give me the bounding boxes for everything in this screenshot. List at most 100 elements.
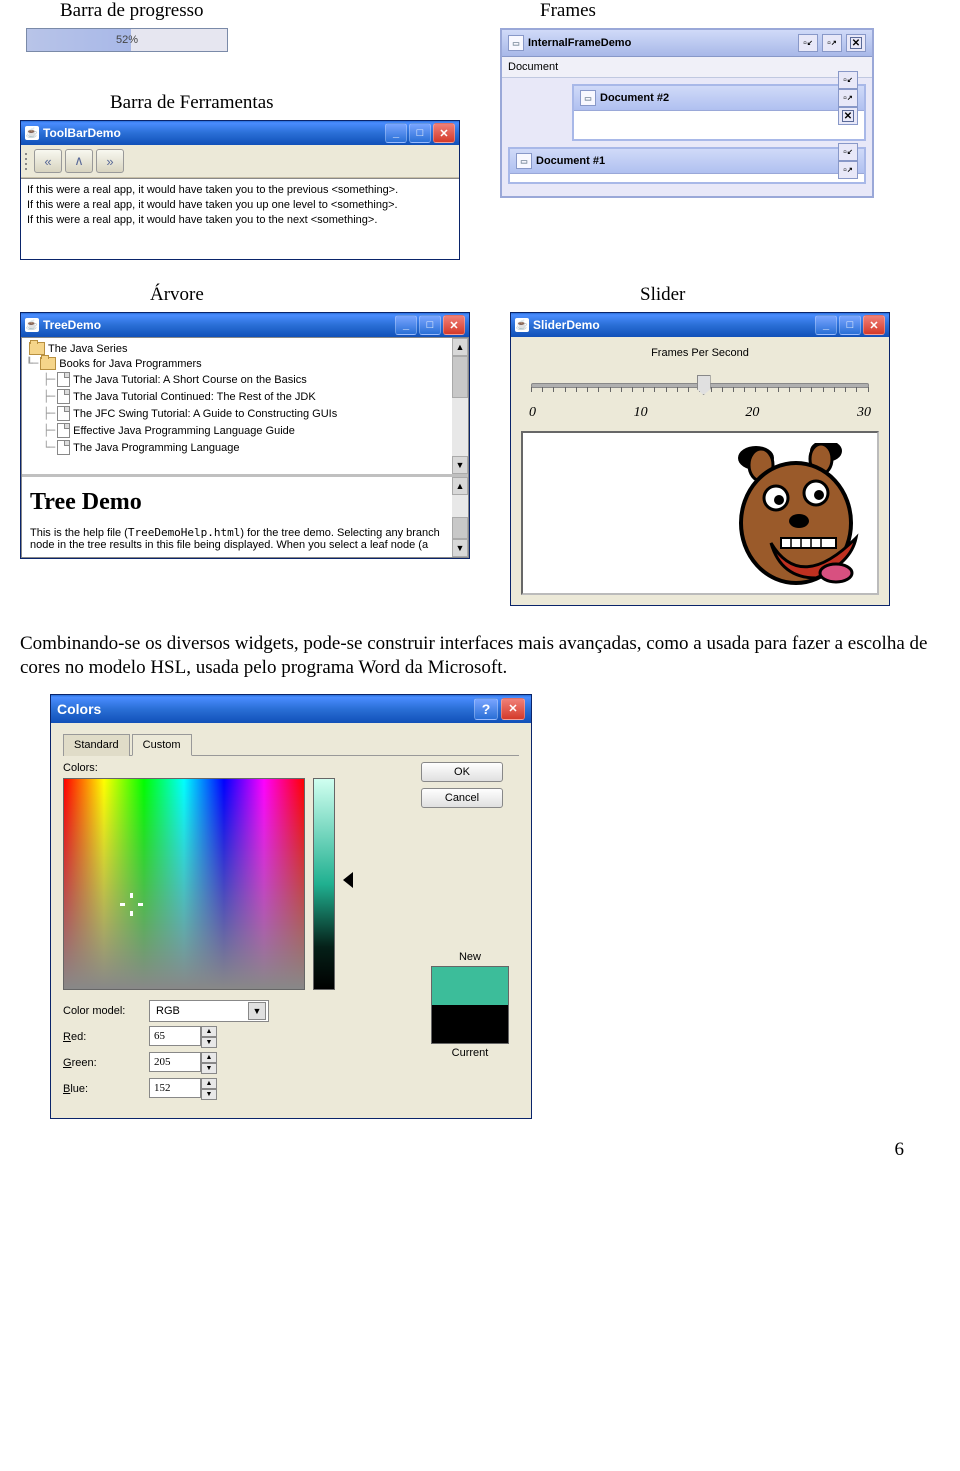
heading-tree: Árvore <box>20 284 470 312</box>
minimize-button[interactable]: _ <box>815 315 837 335</box>
hue-sat-picker[interactable] <box>63 778 305 990</box>
colors-title: Colors <box>57 701 101 717</box>
luminance-arrow-icon[interactable] <box>343 872 353 888</box>
toolbar-line: If this were a real app, it would have t… <box>27 183 453 198</box>
tree-item[interactable]: ├─The Java Tutorial Continued: The Rest … <box>26 388 464 405</box>
spin-down-icon[interactable]: ▼ <box>201 1037 217 1048</box>
blue-label: Blue: <box>63 1083 149 1095</box>
doc2-title: Document #2 <box>600 92 669 104</box>
slider-demo-window: ☕ SliderDemo _ □ ✕ Frames Per Second <box>510 312 890 606</box>
close-button[interactable]: ✕ <box>501 698 525 720</box>
maximize-button[interactable]: ▫↗ <box>838 89 858 107</box>
current-label: Current <box>452 1047 489 1059</box>
slider[interactable] <box>531 373 869 395</box>
page-number: 6 <box>20 1119 940 1161</box>
spin-up-icon[interactable]: ▲ <box>201 1078 217 1089</box>
slider-titlebar[interactable]: ☕ SliderDemo _ □ ✕ <box>511 313 889 337</box>
toolbar-textarea: If this were a real app, it would have t… <box>21 178 459 259</box>
minimize-button[interactable]: _ <box>385 123 407 143</box>
toolbar-line: If this were a real app, it would have t… <box>27 198 453 213</box>
up-button[interactable]: ∧ <box>65 149 93 173</box>
green-input[interactable] <box>149 1052 201 1072</box>
inner-frame-doc1[interactable]: ▭ Document #1 ▫↙ ▫↗ <box>508 147 866 184</box>
maximize-button[interactable]: □ <box>419 315 441 335</box>
iconify-button[interactable]: ▫↙ <box>838 143 858 161</box>
maximize-button[interactable]: □ <box>409 123 431 143</box>
colors-dialog: Colors ? ✕ Standard Custom Colors: <box>50 694 532 1119</box>
color-model-select[interactable]: RGB ▼ <box>149 1000 269 1022</box>
dropdown-icon[interactable]: ▼ <box>248 1002 266 1020</box>
ok-button[interactable]: OK <box>421 762 503 782</box>
toolbar-demo-window: ☕ ToolBarDemo _ □ ✕ « ∧ » If this were a… <box>20 120 460 260</box>
frames-title: InternalFrameDemo <box>528 37 631 49</box>
heading-toolbar: Barra de Ferramentas <box>20 92 460 120</box>
spin-down-icon[interactable]: ▼ <box>201 1089 217 1100</box>
body-paragraph: Combinando-se os diversos widgets, pode-… <box>20 632 940 680</box>
doc-icon: ▭ <box>580 90 596 106</box>
tree-item[interactable]: ├─Effective Java Programming Language Gu… <box>26 422 464 439</box>
slider-label: Frames Per Second <box>521 347 879 359</box>
close-button[interactable]: ✕ <box>838 107 858 125</box>
slider-window-title: SliderDemo <box>533 318 815 332</box>
frames-menu[interactable]: Document <box>502 57 872 78</box>
maximize-button[interactable]: ▫↗ <box>822 34 842 52</box>
heading-slider: Slider <box>510 284 940 312</box>
maximize-button[interactable]: □ <box>839 315 861 335</box>
spin-down-icon[interactable]: ▼ <box>201 1063 217 1074</box>
java-icon: ☕ <box>25 126 39 140</box>
close-button[interactable]: ✕ <box>443 315 465 335</box>
iconify-button[interactable]: ▫↙ <box>838 71 858 89</box>
frame-icon: ▭ <box>508 35 524 51</box>
iconify-button[interactable]: ▫↙ <box>798 34 818 52</box>
help-scrollbar[interactable]: ▲▼ <box>452 477 468 557</box>
forward-button[interactable]: » <box>96 149 124 173</box>
color-crosshair[interactable] <box>126 899 137 910</box>
spin-up-icon[interactable]: ▲ <box>201 1052 217 1063</box>
tree-help-title: Tree Demo <box>30 489 460 516</box>
new-label: New <box>459 951 481 963</box>
tree-item[interactable]: ├─The JFC Swing Tutorial: A Guide to Con… <box>26 405 464 422</box>
tree-view[interactable]: The Java Series ┖─Books for Java Program… <box>22 338 468 474</box>
tree-scrollbar[interactable]: ▲▼ <box>452 338 468 474</box>
close-button[interactable]: ✕ <box>846 34 866 52</box>
slider-thumb[interactable] <box>697 375 711 395</box>
tree-folder[interactable]: ┖─Books for Java Programmers <box>26 356 464 371</box>
tab-custom[interactable]: Custom <box>132 734 192 756</box>
maximize-button[interactable]: ▫↗ <box>838 161 858 179</box>
red-spinner[interactable]: ▲▼ <box>149 1026 217 1048</box>
help-button[interactable]: ? <box>474 698 498 720</box>
blue-spinner[interactable]: ▲▼ <box>149 1078 217 1100</box>
tree-item[interactable]: └─The Java Programming Language <box>26 439 464 456</box>
close-button[interactable]: ✕ <box>433 123 455 143</box>
green-spinner[interactable]: ▲▼ <box>149 1052 217 1074</box>
animation-panel <box>521 431 879 595</box>
cancel-button[interactable]: Cancel <box>421 788 503 808</box>
close-button[interactable]: ✕ <box>863 315 885 335</box>
colors-titlebar[interactable]: Colors ? ✕ <box>51 695 531 723</box>
toolbar-line: If this were a real app, it would have t… <box>27 213 453 228</box>
tab-standard[interactable]: Standard <box>63 734 130 756</box>
toolbar-window-title: ToolBarDemo <box>43 126 385 140</box>
minimize-button[interactable]: _ <box>395 315 417 335</box>
luminance-bar[interactable] <box>313 778 335 990</box>
toolbar-grip[interactable] <box>25 149 31 173</box>
tree-root[interactable]: The Java Series <box>26 341 464 356</box>
tree-item[interactable]: ├─The Java Tutorial: A Short Course on t… <box>26 371 464 388</box>
tree-titlebar[interactable]: ☕ TreeDemo _ □ ✕ <box>21 313 469 337</box>
frames-titlebar[interactable]: ▭ InternalFrameDemo ▫↙ ▫↗ ✕ <box>502 30 872 57</box>
java-icon: ☕ <box>25 318 39 332</box>
tree-help-pane: Tree Demo This is the help file (TreeDem… <box>22 474 468 557</box>
doc-icon: ▭ <box>516 153 532 169</box>
colors-label: Colors: <box>63 762 401 774</box>
inner-frame-doc2[interactable]: ▭ Document #2 ▫↙ ▫↗ ✕ <box>572 84 866 141</box>
blue-input[interactable] <box>149 1078 201 1098</box>
spin-up-icon[interactable]: ▲ <box>201 1026 217 1037</box>
color-model-label: Color model: <box>63 1005 149 1017</box>
back-button[interactable]: « <box>34 149 62 173</box>
toolbar-titlebar[interactable]: ☕ ToolBarDemo _ □ ✕ <box>21 121 459 145</box>
color-model-value: RGB <box>156 1005 180 1017</box>
red-input[interactable] <box>149 1026 201 1046</box>
tree-window-title: TreeDemo <box>43 318 395 332</box>
color-model-row: Color model: RGB ▼ <box>63 1000 401 1022</box>
heading-frames: Frames <box>500 0 940 28</box>
